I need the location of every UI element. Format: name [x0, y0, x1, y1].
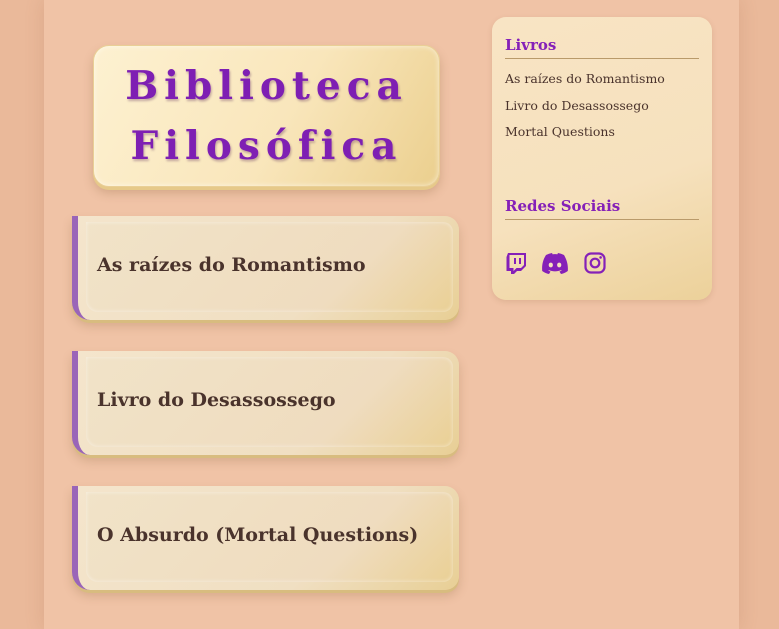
site-title-line-2: Filosófica — [130, 123, 403, 169]
sidebar: Livros As raízes do Romantismo Livro do … — [492, 17, 712, 300]
site-title-line-1: Biblioteca — [125, 63, 408, 109]
book-card-title[interactable]: O Absurdo (Mortal Questions) — [97, 524, 418, 546]
sidebar-link-romantismo[interactable]: As raízes do Romantismo — [505, 71, 665, 86]
site-title-banner: Biblioteca Filosófica — [93, 45, 440, 187]
book-card-title[interactable]: As raízes do Romantismo — [97, 254, 366, 276]
sidebar-link-desassossego[interactable]: Livro do Desassossego — [505, 98, 649, 113]
sidebar-link-mortal-questions[interactable]: Mortal Questions — [505, 124, 615, 139]
sidebar-books-heading: Livros — [505, 36, 699, 59]
book-card-desassossego[interactable]: Livro do Desassossego — [72, 351, 459, 455]
book-card-romantismo[interactable]: As raízes do Romantismo — [72, 216, 459, 320]
twitch-icon[interactable] — [504, 251, 528, 275]
instagram-icon[interactable] — [583, 251, 607, 275]
sidebar-social-heading: Redes Sociais — [505, 197, 699, 220]
book-card-title[interactable]: Livro do Desassossego — [97, 389, 336, 411]
book-card-absurdo[interactable]: O Absurdo (Mortal Questions) — [72, 486, 459, 590]
discord-icon[interactable] — [541, 251, 569, 275]
